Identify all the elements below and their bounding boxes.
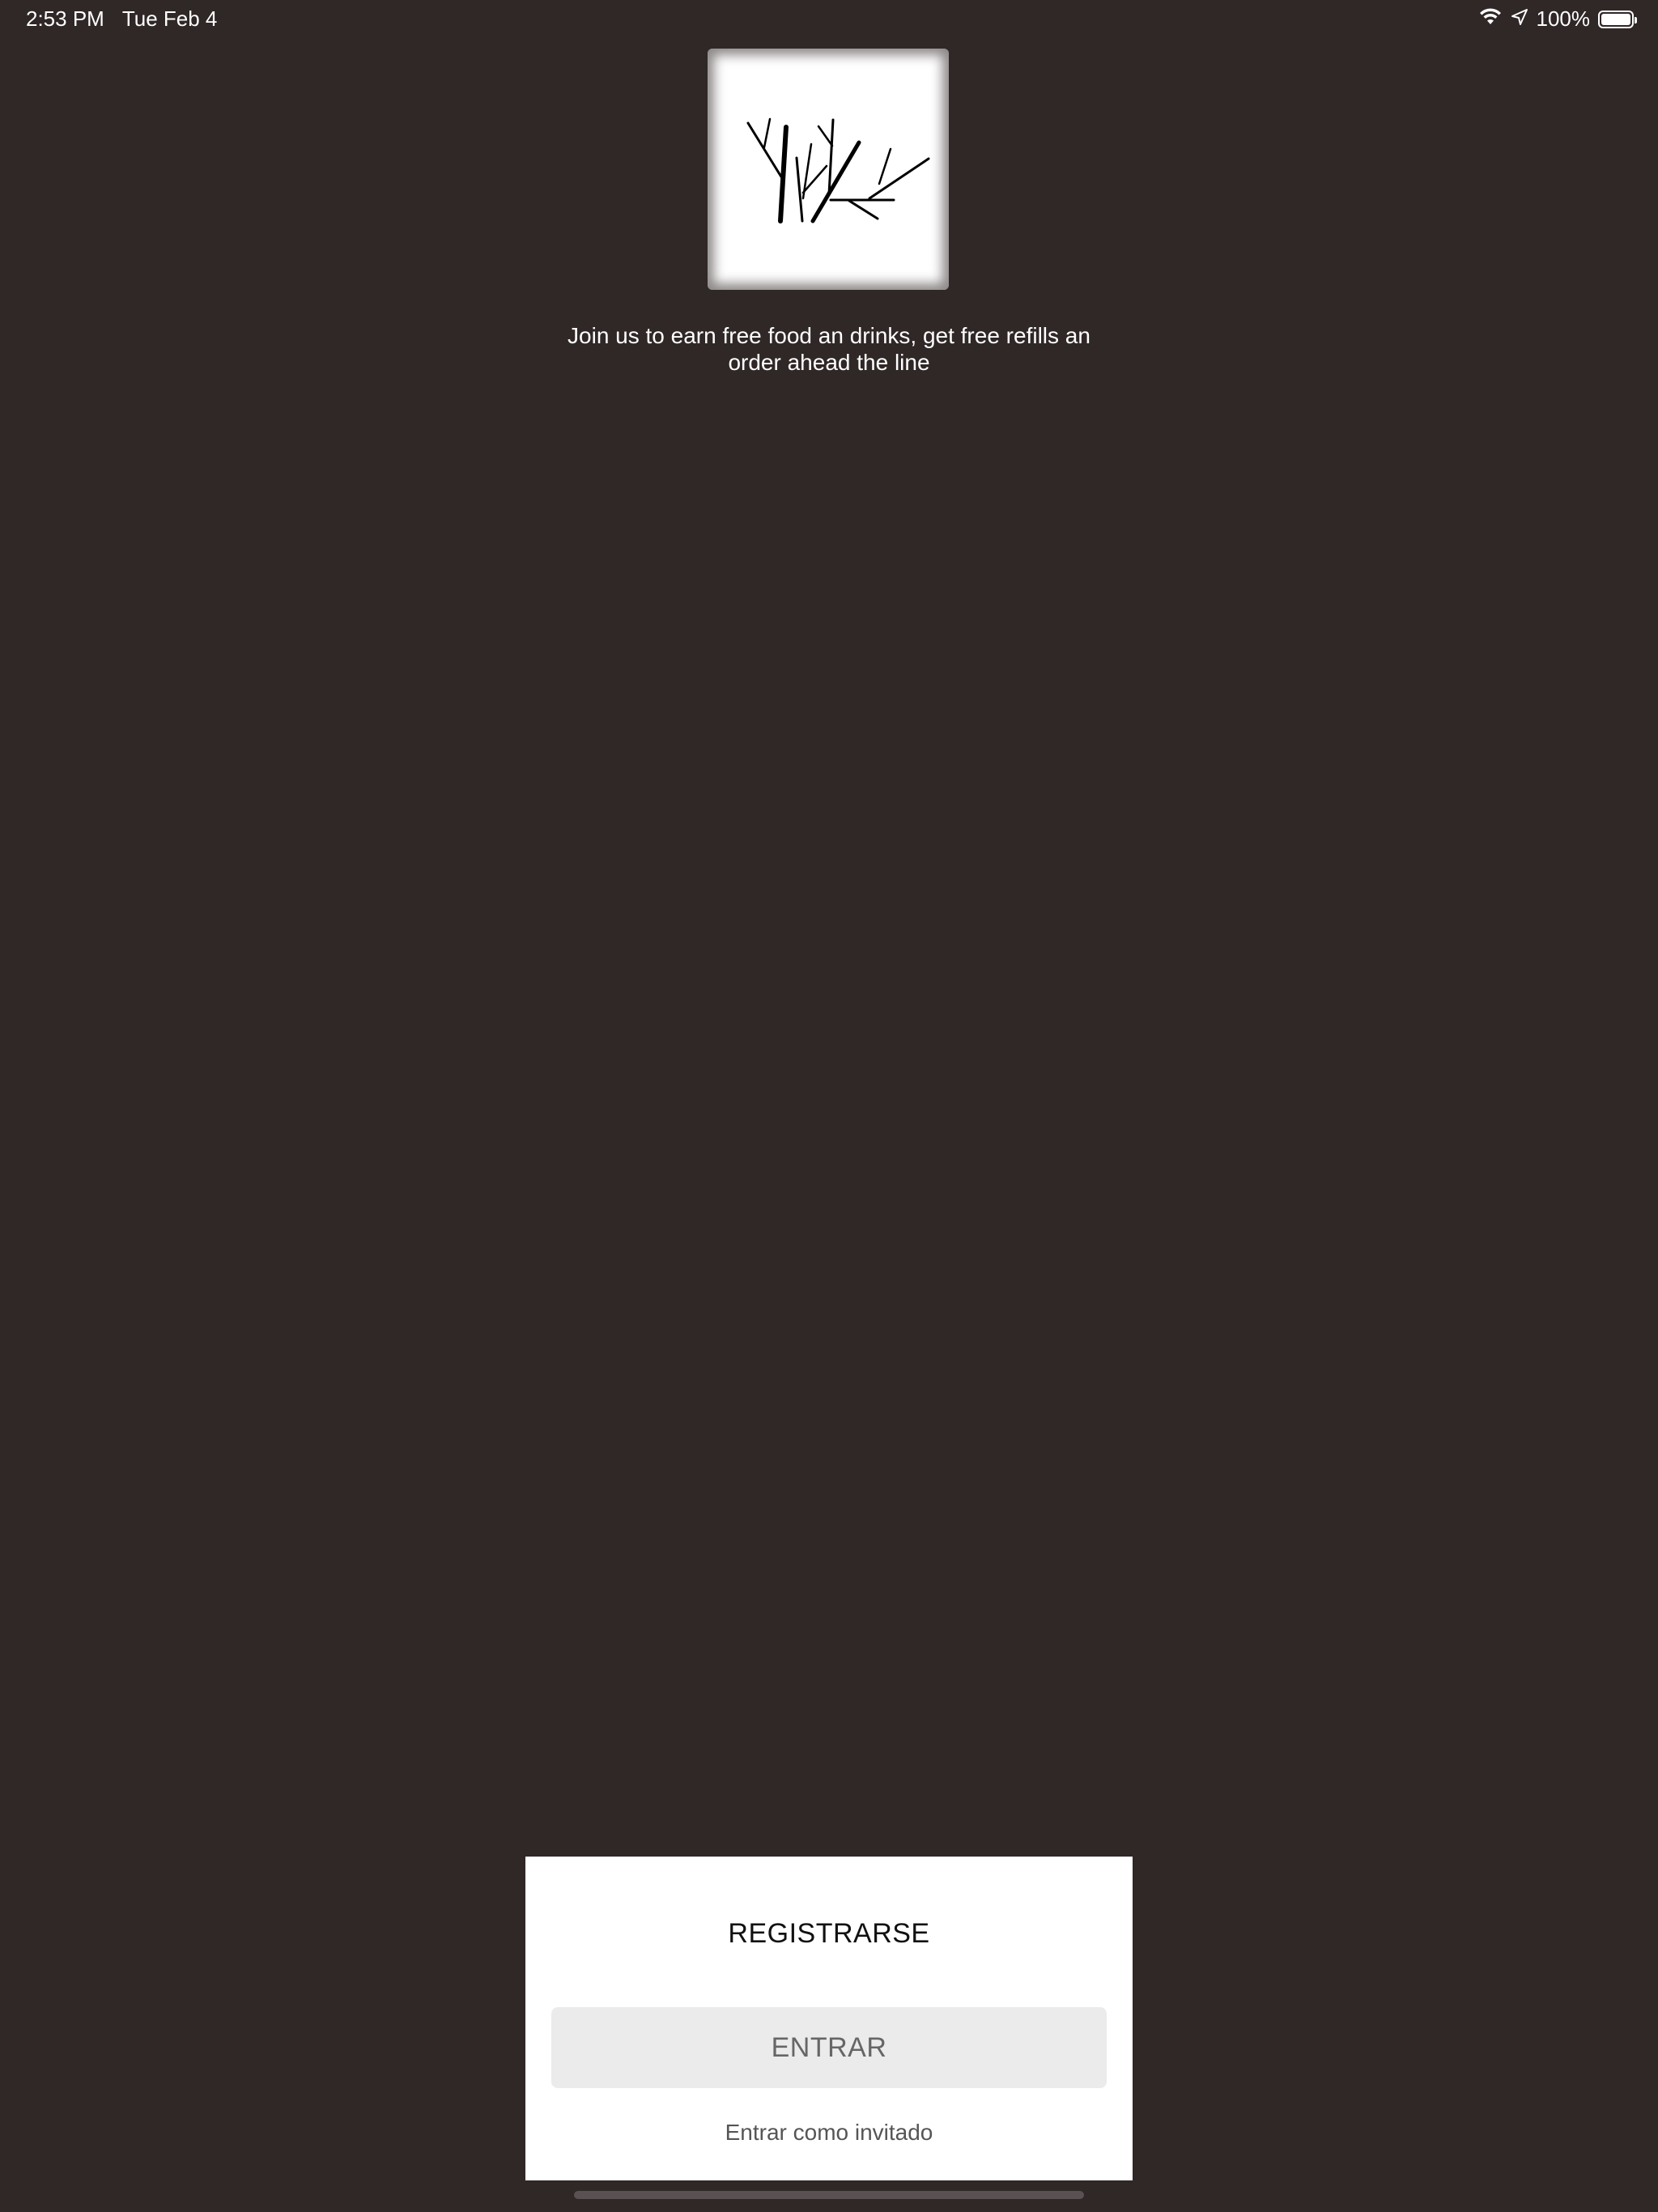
battery-icon	[1598, 10, 1637, 28]
login-button[interactable]: ENTRAR	[551, 2007, 1107, 2088]
battery-percent: 100%	[1536, 6, 1591, 31]
register-button[interactable]: REGISTRARSE	[525, 1905, 1133, 1962]
location-arrow-icon	[1511, 6, 1528, 32]
home-indicator[interactable]	[574, 2191, 1084, 2199]
status-bar: 2:53 PM Tue Feb 4 100%	[0, 0, 1658, 39]
auth-card: REGISTRARSE ENTRAR Entrar como invitado	[525, 1857, 1133, 2180]
tagline: Join us to earn free food an drinks, get…	[568, 323, 1090, 375]
brand-logo	[708, 49, 949, 290]
branches-logo-icon	[746, 117, 930, 223]
battery-level	[1601, 13, 1630, 25]
status-time: 2:53 PM	[26, 6, 104, 31]
status-right: 100%	[1478, 6, 1637, 32]
status-date: Tue Feb 4	[121, 6, 218, 31]
guest-login-link[interactable]: Entrar como invitado	[525, 2112, 1133, 2153]
status-left: 2:53 PM Tue Feb 4	[26, 6, 217, 32]
wifi-icon	[1478, 6, 1503, 32]
